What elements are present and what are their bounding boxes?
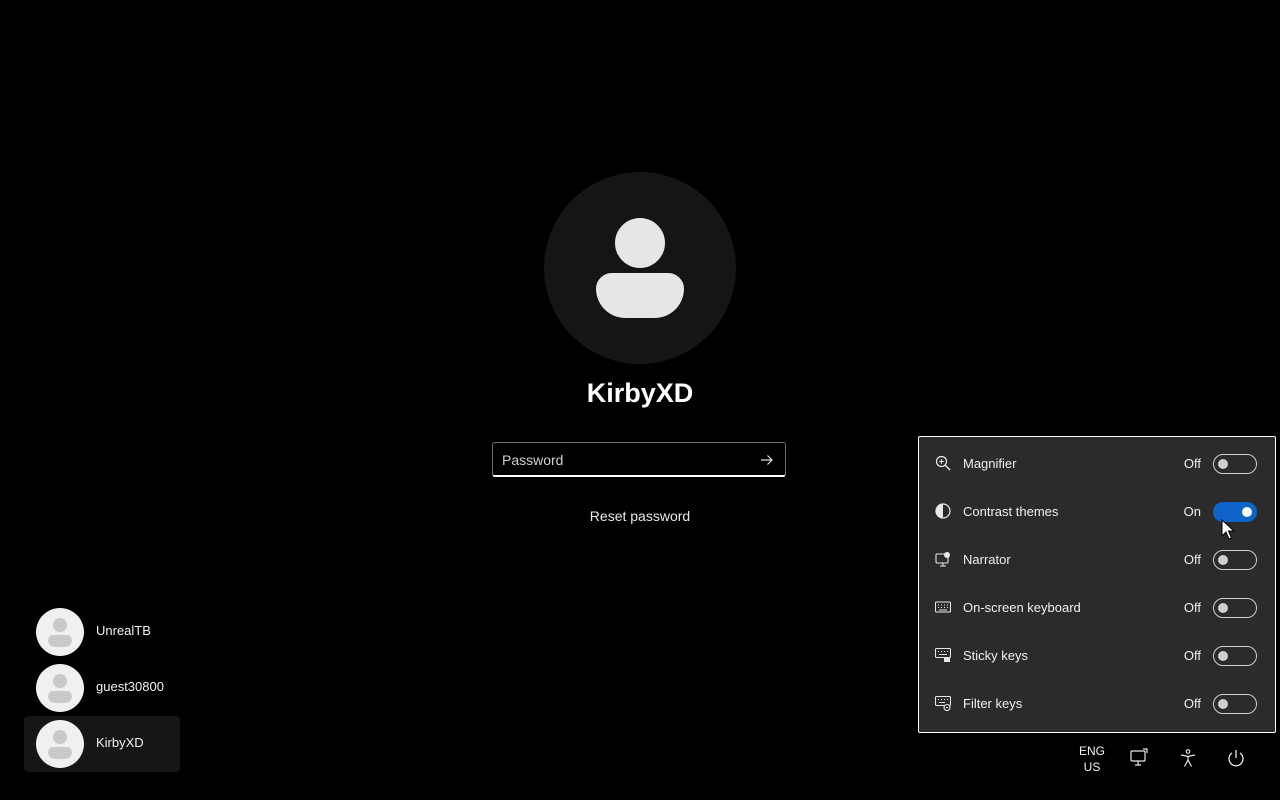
accessibility-item-label: On-screen keyboard [963,600,1081,615]
sticky-keys-icon [934,647,952,663]
lock-screen: KirbyXD Reset password UnrealTB guest308… [0,0,1280,800]
accessibility-item-label: Magnifier [963,456,1017,471]
contrast-icon [935,503,951,519]
contrast-themes-toggle[interactable] [1213,502,1257,522]
magnifier-toggle[interactable] [1213,454,1257,474]
accessibility-item-state: Off [1183,696,1201,711]
user-list-name: UnrealTB [96,623,151,638]
accessibility-icon[interactable] [1178,748,1198,768]
accessibility-item-magnifier[interactable]: Magnifier Off [919,439,1275,487]
user-avatar [36,608,84,656]
avatar-body-shape [596,273,684,318]
user-list-item[interactable]: guest30800 [24,660,180,716]
avatar-head-shape [615,218,665,268]
accessibility-flyout: Magnifier Off Contrast themes On Narrato… [918,436,1276,733]
user-avatar [36,720,84,768]
sticky-keys-toggle[interactable] [1213,646,1257,666]
language-region: US [1083,760,1101,774]
username-title: KirbyXD [586,378,694,408]
accessibility-item-state: Off [1183,648,1201,663]
user-list-name: guest30800 [96,679,164,694]
user-list-name: KirbyXD [96,735,144,750]
accessibility-item-label: Sticky keys [963,648,1029,663]
network-icon[interactable] [1129,748,1149,768]
user-avatar [36,664,84,712]
accessibility-item-filter-keys[interactable]: Filter keys Off [919,679,1275,727]
accessibility-item-on-screen-keyboard[interactable]: On-screen keyboard Off [919,583,1275,631]
accessibility-item-label: Filter keys [963,696,1023,711]
keyboard-icon [934,599,952,615]
input-language-indicator[interactable]: ENG US [1072,743,1112,775]
accessibility-item-label: Contrast themes [963,504,1059,519]
password-field[interactable] [492,442,786,477]
language-code: ENG [1078,744,1105,758]
filter-keys-icon [934,695,952,712]
accessibility-item-state: Off [1183,456,1201,471]
password-input[interactable] [502,443,742,476]
filter-keys-toggle[interactable] [1213,694,1257,714]
power-icon[interactable] [1226,748,1246,768]
accessibility-item-state: Off [1183,552,1201,567]
accessibility-item-label: Narrator [963,552,1011,567]
narrator-icon [935,551,951,567]
mouse-cursor-icon [1221,519,1235,540]
user-list-item-selected[interactable]: KirbyXD [24,716,180,772]
narrator-toggle[interactable] [1213,550,1257,570]
accessibility-item-narrator[interactable]: Narrator Off [919,535,1275,583]
user-avatar-large [544,172,736,364]
accessibility-item-sticky-keys[interactable]: Sticky keys Off [919,631,1275,679]
magnifier-icon [935,455,951,471]
accessibility-item-state: Off [1183,600,1201,615]
user-list-item[interactable]: UnrealTB [24,604,180,660]
accessibility-item-state: On [1183,504,1201,519]
submit-arrow-icon[interactable] [757,450,777,470]
on-screen-keyboard-toggle[interactable] [1213,598,1257,618]
